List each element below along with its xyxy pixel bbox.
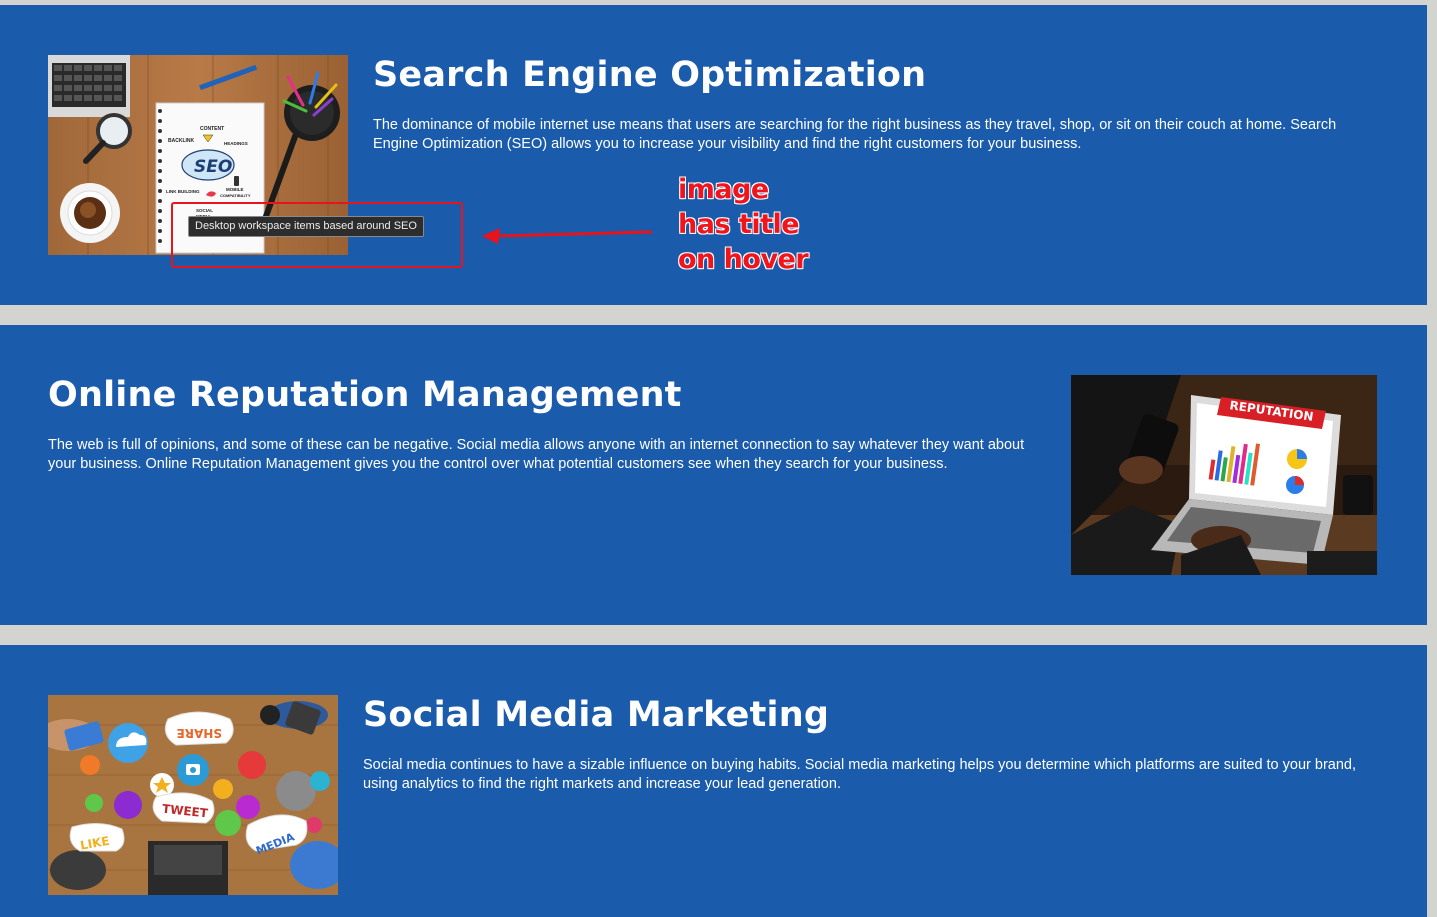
smm-heading: Social Media Marketing [363, 695, 830, 735]
seo-image-text-backlink: BACKLINK [168, 138, 194, 144]
seo-image-text-compatibility: COMPATIBILITY [220, 193, 251, 198]
annotation-line-2: has title [677, 209, 800, 241]
social-media-image[interactable]: SHARE TWEET LIKE MEDIA [48, 695, 338, 895]
seo-heading: Search Engine Optimization [373, 55, 927, 95]
annotation-arrow-icon [482, 228, 653, 244]
seo-image-text-content: CONTENT [200, 126, 224, 132]
seo-image-text-headings: HEADINGS [224, 141, 248, 146]
orm-description: The web is full of opinions, and some of… [48, 437, 1025, 472]
reputation-laptop-image[interactable]: REPUTATION [1071, 375, 1377, 575]
orm-image-graphic: REPUTATION [1071, 375, 1377, 575]
image-title-tooltip: Desktop workspace items based around SEO [188, 216, 424, 237]
seo-image-text-mobile: MOBILE [226, 187, 244, 192]
annotation-line-3: on hover [677, 244, 809, 276]
orm-heading: Online Reputation Management [48, 375, 682, 415]
smm-image-text-share: SHARE [177, 726, 222, 740]
smm-description: Social media continues to have a sizable… [363, 757, 1357, 792]
seo-image-text-link-building: LINK BUILDING [166, 189, 200, 194]
smm-section: SHARE TWEET LIKE MEDIA Social Media Mark… [0, 645, 1427, 917]
annotation-text: image has title on hover [677, 172, 809, 277]
smm-image-graphic: SHARE TWEET LIKE MEDIA [48, 695, 338, 895]
orm-section: Online Reputation Management The web is … [0, 325, 1427, 625]
seo-description: The dominance of mobile internet use mea… [373, 117, 1337, 152]
annotation-line-1: image [677, 174, 769, 206]
seo-image-text-seo: SEO [194, 157, 232, 177]
